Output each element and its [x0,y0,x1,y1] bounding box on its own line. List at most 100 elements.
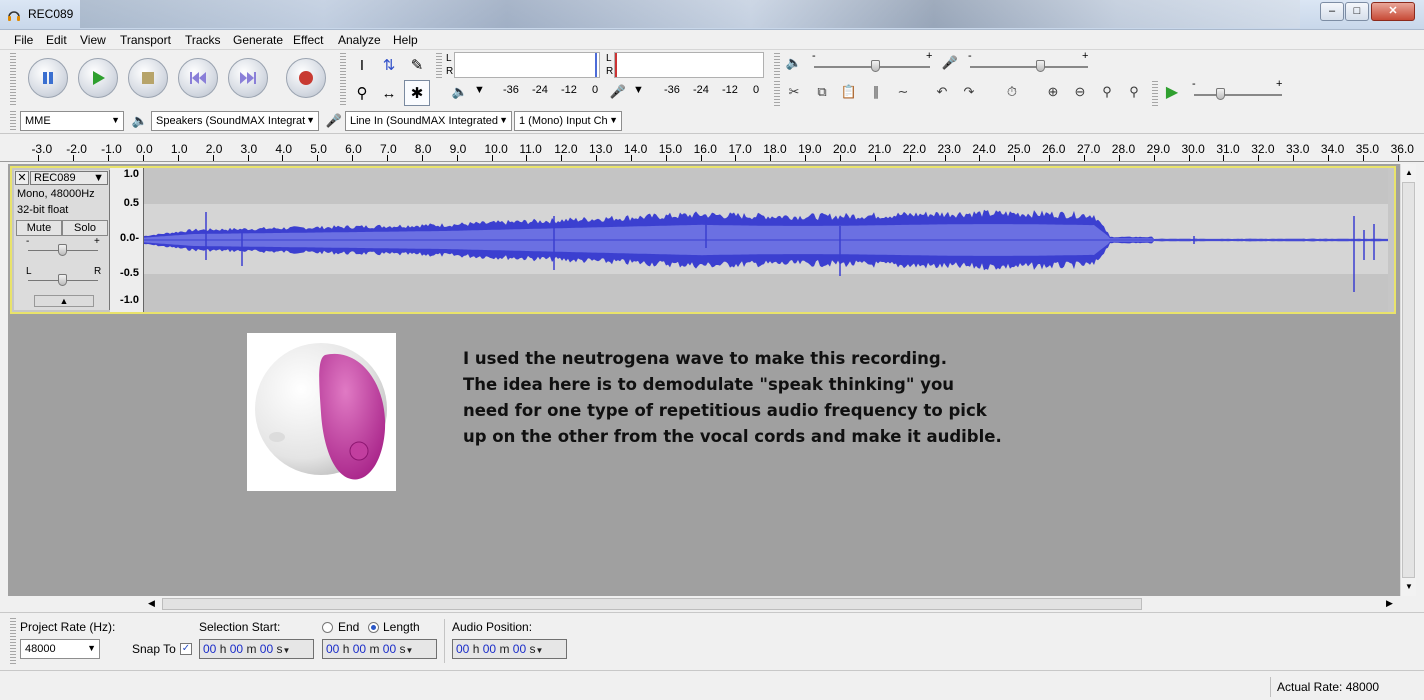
pencil-icon: ✎ [410,57,424,74]
length-hours: 00 [326,642,340,656]
playback-meter-dropdown-icon[interactable]: ▼ [474,84,485,96]
output-volume-slider[interactable] [871,60,880,72]
envelope-tool[interactable]: ⇅ [376,52,402,78]
record-meter[interactable] [614,52,764,78]
menu-effect[interactable]: Effect [293,33,323,47]
audio-position-field[interactable]: 00 h 00 m 00 s▼ [452,639,567,659]
project-rate-select[interactable]: 48000 ▼ [20,639,100,659]
copy-icon[interactable]: ⧉ [810,80,834,104]
silence-icon[interactable]: ∼ [891,80,915,104]
menu-analyze[interactable]: Analyze [338,33,381,47]
zoom-tool[interactable]: ⚲ [349,80,375,106]
menu-transport[interactable]: Transport [120,33,171,47]
menu-help[interactable]: Help [393,33,418,47]
gain-slider[interactable] [58,244,67,256]
edit-toolbar-grip[interactable] [774,80,780,106]
snap-to-checkbox[interactable]: ✓ [180,643,192,655]
input-device-select[interactable]: Line In (SoundMAX Integrated ▼ [345,111,512,131]
time-shift-tool[interactable]: ↔ [376,80,402,106]
input-volume-slider[interactable] [1036,60,1045,72]
track-panel: ✕ REC089 ▼ Mono, 48000Hz 32-bit float Mut… [8,164,1400,596]
input-channels-select[interactable]: 1 (Mono) Input Ch ▼ [514,111,622,131]
pan-slider[interactable] [58,274,67,286]
vertical-scroll-thumb[interactable] [1402,182,1415,578]
skip-to-end-button[interactable] [228,58,268,98]
input-volume-plus: + [1082,50,1089,62]
menu-file[interactable]: File [14,33,33,47]
zoom-in-icon[interactable]: ⊕ [1041,80,1065,104]
scroll-up-icon[interactable]: ▲ [1405,168,1413,177]
waveform-area[interactable] [144,168,1388,312]
end-radio[interactable] [322,622,333,633]
output-device-value: Speakers (SoundMAX Integrat [156,115,306,127]
fit-selection-icon[interactable]: ⚲ [1095,80,1119,104]
record-button[interactable] [286,58,326,98]
meter-toolbar-grip[interactable] [436,52,442,78]
scroll-right-icon[interactable]: ▶ [1386,598,1393,609]
microphone-icon[interactable]: 🎤 [606,80,630,104]
play-speed-minus: - [1192,78,1196,90]
menu-edit[interactable]: Edit [46,33,67,47]
speaker-icon[interactable]: 🔈 [448,80,472,104]
chevron-down-icon: ▼ [405,646,414,655]
transport-toolbar-grip[interactable] [10,52,16,106]
redo-icon[interactable]: ↷ [957,80,981,104]
play-speed-slider[interactable] [1216,88,1225,100]
track-name-menu[interactable]: REC089 ▼ [30,171,108,185]
play-button[interactable] [78,58,118,98]
collapse-track-button[interactable]: ▲ [34,295,94,307]
device-toolbar-grip[interactable] [10,110,16,132]
play-at-speed-icon[interactable]: ▶ [1160,80,1184,104]
maximize-button[interactable]: □ [1345,2,1369,21]
sync-lock-icon[interactable]: ⏱ [1000,80,1024,104]
playback-meter[interactable] [454,52,600,78]
pause-button[interactable] [28,58,68,98]
fit-project-icon[interactable]: ⚲ [1122,80,1146,104]
minimize-button[interactable]: – [1320,2,1344,21]
track-format: Mono, 48000Hz [17,188,95,200]
output-device-select[interactable]: Speakers (SoundMAX Integrat ▼ [151,111,319,131]
horizontal-scroll-thumb[interactable] [162,598,1142,610]
solo-button[interactable]: Solo [62,220,108,236]
record-meter-dropdown-icon[interactable]: ▼ [633,84,644,96]
ruler-label: 9.0 [449,142,467,156]
selection-toolbar-grip[interactable] [10,617,16,665]
audio-host-value: MME [25,115,51,127]
cut-icon[interactable]: ✂ [782,80,806,104]
timeline-ruler[interactable]: -3.0 -2.0 -1.0 0.0 1.0 2.0 3.0 4.0 5.0 6.0 7.0 8.0 9… [0,134,1424,162]
pause-icon [43,72,53,84]
scroll-left-icon[interactable]: ◀ [148,598,155,609]
track-close-button[interactable]: ✕ [15,171,29,185]
paste-icon[interactable]: 📋 [837,80,861,104]
input-channels-value: 1 (Mono) Input Ch [519,115,608,127]
menu-tracks[interactable]: Tracks [185,33,221,47]
selection-length-field[interactable]: 00 h 00 m 00 s▼ [322,639,437,659]
mute-button[interactable]: Mute [16,220,62,236]
close-button[interactable]: ✕ [1371,2,1415,21]
multi-tool[interactable]: ✱ [404,80,430,106]
scroll-down-icon[interactable]: ▼ [1405,582,1413,591]
vertical-scrollbar[interactable]: ▲ ▼ [1400,164,1416,596]
audio-host-select[interactable]: MME ▼ [20,111,124,131]
stop-button[interactable] [128,58,168,98]
transcription-toolbar-grip[interactable] [1152,80,1158,106]
record-scale-24: -24 [693,84,709,96]
selection-tool[interactable]: I [349,52,375,78]
trim-icon[interactable]: ∥ [864,80,888,104]
menu-generate[interactable]: Generate [233,33,283,47]
draw-tool[interactable]: ✎ [404,52,430,78]
length-radio[interactable] [368,622,379,633]
ruler-label: 36.0 [1390,142,1414,156]
horizontal-scrollbar[interactable]: ◀ ▶ [144,596,1400,612]
menu-view[interactable]: View [80,33,106,47]
play-speed-track [1194,94,1282,96]
zoom-out-icon[interactable]: ⊖ [1068,80,1092,104]
playback-scale-24: -24 [532,84,548,96]
mixer-toolbar-grip[interactable] [774,52,780,78]
amp-label-1: 1.0 [123,168,139,180]
tools-toolbar-grip[interactable] [340,52,346,106]
chevron-down-icon: ▼ [87,643,96,653]
selection-start-field[interactable]: 00 h 00 m 00 s▼ [199,639,314,659]
skip-to-start-button[interactable] [178,58,218,98]
undo-icon[interactable]: ↶ [930,80,954,104]
